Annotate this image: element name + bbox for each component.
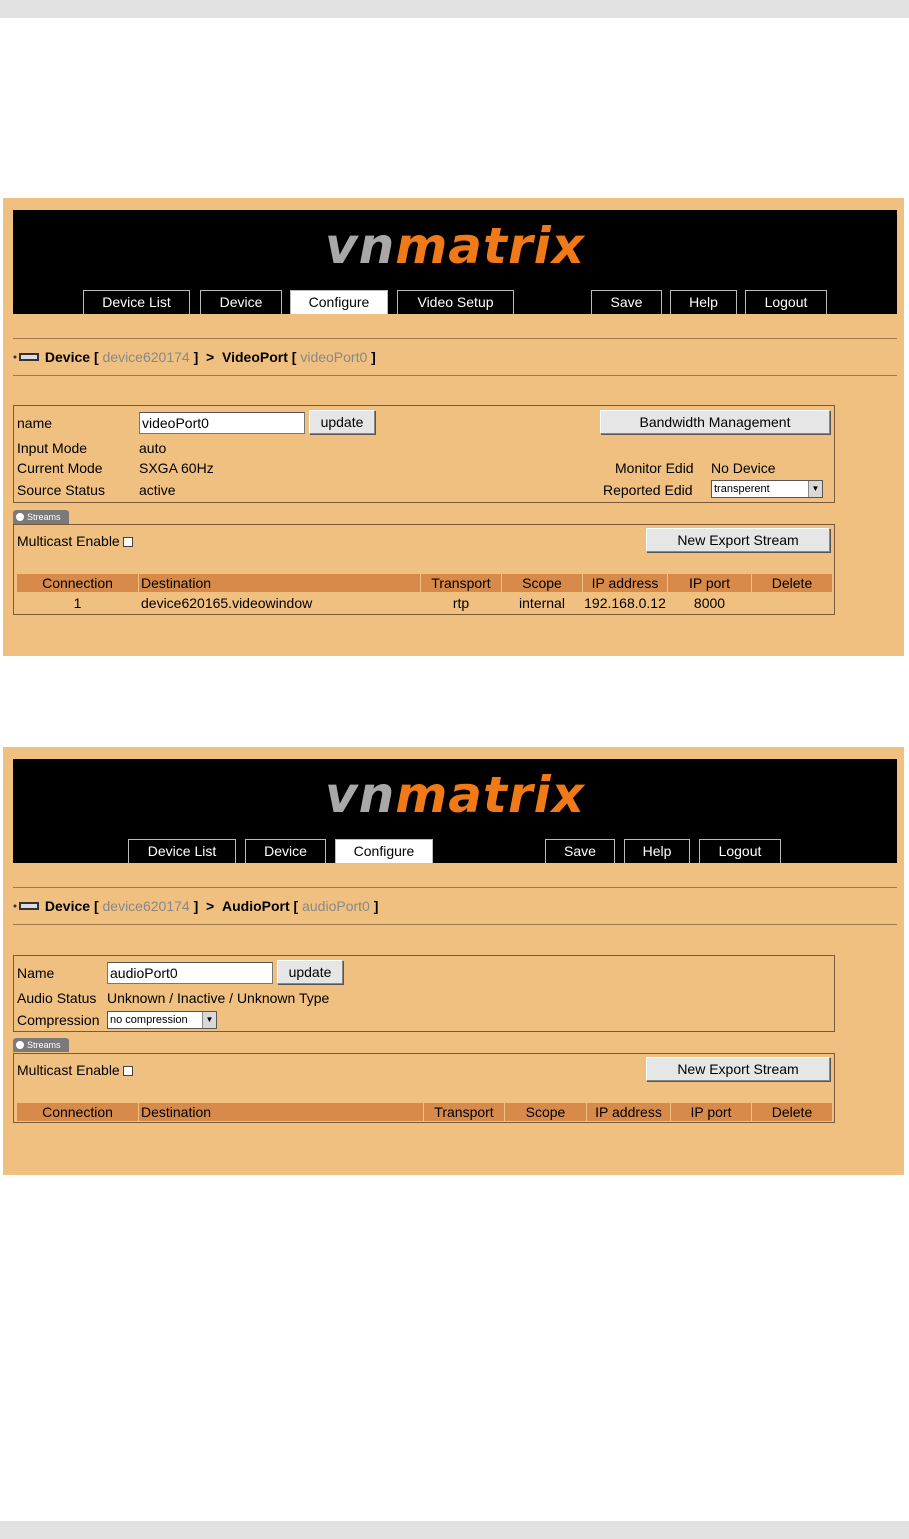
vnmatrix-logo: vnmatrix xyxy=(325,766,585,824)
reported-edid-select[interactable]: transperent ▼ xyxy=(711,480,823,498)
column-header: Scope xyxy=(505,1103,586,1121)
breadcrumb-device[interactable]: Device xyxy=(45,349,90,365)
divider xyxy=(13,887,897,888)
monitor-edid-value: No Device xyxy=(711,460,776,476)
divider xyxy=(13,338,897,339)
breadcrumb-device[interactable]: Device xyxy=(45,898,90,914)
compression-label: Compression xyxy=(17,1012,100,1028)
breadcrumb-device-name: device620174 xyxy=(102,898,190,914)
breadcrumb-port: VideoPort xyxy=(222,349,288,365)
table-row[interactable]: 1 device620165.videowindow rtp internal … xyxy=(17,594,832,612)
tab-save[interactable]: Save xyxy=(545,839,615,863)
chevron-down-icon: ▼ xyxy=(202,1012,216,1028)
column-header: Delete xyxy=(752,1103,832,1121)
column-header: IP port xyxy=(671,1103,751,1121)
app-header: vnmatrix Device List Device Configure Sa… xyxy=(13,759,897,863)
bottom-page-band xyxy=(0,1521,909,1539)
multicast-enable-label: Multicast Enable xyxy=(17,532,133,550)
device-icon xyxy=(13,353,39,361)
current-mode-label: Current Mode xyxy=(17,460,103,476)
divider xyxy=(13,924,897,925)
tab-configure[interactable]: Configure xyxy=(335,839,433,863)
breadcrumb: Device [ device620174 ] > AudioPort [ au… xyxy=(13,897,378,915)
column-header: IP address xyxy=(583,574,667,592)
column-header: Transport xyxy=(424,1103,504,1121)
column-header: IP address xyxy=(587,1103,670,1121)
streams-tab[interactable]: Streams xyxy=(13,1038,69,1052)
divider xyxy=(13,375,897,376)
name-label: Name xyxy=(17,965,55,981)
transport-cell: rtp xyxy=(452,595,470,611)
tab-save[interactable]: Save xyxy=(591,290,662,314)
streams-table-header: Connection Destination Transport Scope I… xyxy=(17,1103,832,1121)
tab-device-list[interactable]: Device List xyxy=(83,290,190,314)
videoport-screen: vnmatrix Device List Device Configure Vi… xyxy=(3,198,904,656)
bandwidth-management-button[interactable]: Bandwidth Management xyxy=(600,410,830,434)
device-icon xyxy=(13,902,39,910)
streams-box: Multicast Enable New Export Stream Conne… xyxy=(13,1053,835,1123)
tab-help[interactable]: Help xyxy=(624,839,690,863)
tab-logout[interactable]: Logout xyxy=(745,290,827,314)
breadcrumb-port: AudioPort xyxy=(222,898,290,914)
name-label: name xyxy=(17,415,53,431)
tab-device-list[interactable]: Device List xyxy=(128,839,236,863)
port-settings-box: name videoPort0 update Bandwidth Managem… xyxy=(13,405,835,503)
connection-cell: 1 xyxy=(73,595,82,611)
audio-status-value: Unknown / Inactive / Unknown Type xyxy=(107,990,330,1006)
update-button[interactable]: update xyxy=(277,960,343,984)
multicast-enable-checkbox[interactable] xyxy=(122,537,133,547)
column-header: Delete xyxy=(752,574,832,592)
audioport-screen: vnmatrix Device List Device Configure Sa… xyxy=(3,747,904,1175)
new-export-stream-button[interactable]: New Export Stream xyxy=(646,528,830,552)
arrow-icon xyxy=(16,1041,24,1049)
streams-table-header: Connection Destination Transport Scope I… xyxy=(17,574,832,592)
column-header: Connection xyxy=(17,1103,138,1121)
tab-video-setup[interactable]: Video Setup xyxy=(397,290,514,314)
breadcrumb-port-name: audioPort0 xyxy=(302,898,370,914)
tab-help[interactable]: Help xyxy=(670,290,737,314)
source-status-value: active xyxy=(139,482,176,498)
breadcrumb: Device [ device620174 ] > VideoPort [ vi… xyxy=(13,348,376,366)
column-header: Destination xyxy=(139,1103,423,1121)
scope-cell: internal xyxy=(519,595,565,611)
source-status-label: Source Status xyxy=(17,482,105,498)
reported-edid-label: Reported Edid xyxy=(603,482,693,498)
chevron-down-icon: ▼ xyxy=(808,481,822,497)
compression-select[interactable]: no compression ▼ xyxy=(107,1011,217,1029)
ip-port-cell: 8000 xyxy=(693,595,726,611)
column-header: Transport xyxy=(421,574,501,592)
breadcrumb-port-name: videoPort0 xyxy=(300,349,368,365)
destination-cell: device620165.videowindow xyxy=(141,595,313,611)
new-export-stream-button[interactable]: New Export Stream xyxy=(646,1057,830,1081)
update-button[interactable]: update xyxy=(309,410,375,434)
column-header: Scope xyxy=(502,574,582,592)
multicast-enable-label: Multicast Enable xyxy=(17,1061,133,1079)
current-mode-value: SXGA 60Hz xyxy=(139,460,214,476)
audio-status-label: Audio Status xyxy=(17,990,97,1006)
tab-device[interactable]: Device xyxy=(200,290,282,314)
arrow-icon xyxy=(16,513,24,521)
multicast-enable-checkbox[interactable] xyxy=(122,1066,133,1076)
top-page-band xyxy=(0,0,909,18)
app-header: vnmatrix Device List Device Configure Vi… xyxy=(13,210,897,314)
ip-address-cell: 192.168.0.12 xyxy=(584,595,666,611)
tab-configure[interactable]: Configure xyxy=(290,290,388,314)
name-input[interactable]: videoPort0 xyxy=(139,412,305,434)
name-input[interactable]: audioPort0 xyxy=(107,962,273,984)
column-header: Connection xyxy=(17,574,138,592)
vnmatrix-logo: vnmatrix xyxy=(325,217,585,275)
input-mode-label: Input Mode xyxy=(17,440,88,456)
streams-tab[interactable]: Streams xyxy=(13,510,69,524)
column-header: IP port xyxy=(668,574,751,592)
monitor-edid-label: Monitor Edid xyxy=(615,460,694,476)
streams-box: Multicast Enable New Export Stream Conne… xyxy=(13,524,835,615)
breadcrumb-device-name: device620174 xyxy=(102,349,190,365)
port-settings-box: Name audioPort0 update Audio Status Unkn… xyxy=(13,955,835,1032)
tab-logout[interactable]: Logout xyxy=(699,839,781,863)
input-mode-value: auto xyxy=(139,440,167,456)
tab-device[interactable]: Device xyxy=(245,839,326,863)
column-header: Destination xyxy=(139,574,420,592)
